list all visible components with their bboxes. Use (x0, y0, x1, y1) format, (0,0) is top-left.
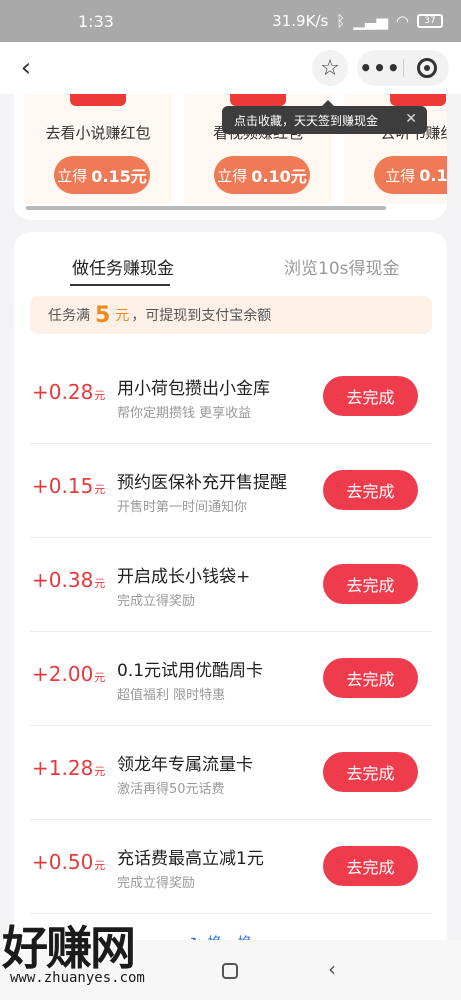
complete-task-button[interactable]: 去完成 (323, 376, 418, 416)
task-row: +0.28 元 用小荷包攒出小金库 帮你定期攒钱 更享收益 去完成 (30, 350, 432, 444)
system-back-icon[interactable]: ‹ (328, 957, 336, 981)
home-square-icon[interactable] (222, 963, 238, 979)
task-row: +0.15 元 预约医保补充开售提醒 开售时第一时间通知你 去完成 (30, 444, 432, 538)
task-row: +2.00 元 0.1元试用优酷周卡 超值福利 限时特惠 去完成 (30, 632, 432, 726)
chevron-left-icon[interactable]: ‹ (12, 53, 40, 83)
task-list: +0.28 元 用小荷包攒出小金库 帮你定期攒钱 更享收益 去完成 +0.15 元 … (30, 350, 432, 914)
more-button[interactable]: ••• (357, 56, 403, 80)
bluetooth-icon: ᛒ (336, 12, 346, 30)
task-title: 预约医保补充开售提醒 (117, 473, 287, 493)
top-item-button[interactable]: 立得 0.10元 (214, 156, 310, 194)
task-row: +0.50 元 充话费最高立减1元 完成立得奖励 去完成 (30, 820, 432, 914)
task-reward: +0.28 元 (32, 380, 106, 404)
task-subtitle: 开售时第一时间通知你 (117, 500, 248, 515)
complete-task-button[interactable]: 去完成 (323, 846, 418, 886)
task-title: 领龙年专属流量卡 (117, 755, 253, 775)
task-reward: +0.15 元 (32, 474, 106, 498)
mini-program-capsule: ••• (357, 50, 449, 86)
top-item: 去看小说赚红包 立得 0.15元 (24, 94, 172, 204)
status-icons: 31.9K/s ᛒ ▁▃▅ ◠ 37 (272, 12, 443, 30)
complete-task-button[interactable]: 去完成 (323, 470, 418, 510)
task-title: 0.1元试用优酷周卡 (117, 661, 264, 681)
close-mini-program-button[interactable] (404, 58, 449, 78)
task-reward: +2.00 元 (32, 662, 106, 686)
watermark-logo: 好赚网 (2, 921, 136, 975)
tab-active-indicator (70, 284, 170, 286)
complete-task-button[interactable]: 去完成 (323, 752, 418, 792)
tab-browse[interactable]: 浏览10s得现金 (284, 254, 400, 279)
complete-task-button[interactable]: 去完成 (323, 658, 418, 698)
network-speed: 31.9K/s (272, 12, 329, 30)
complete-task-button[interactable]: 去完成 (323, 564, 418, 604)
task-reward: +1.28 元 (32, 756, 106, 780)
watermark-url: www.zhuanyes.com (10, 970, 145, 986)
task-row: +0.38 元 开启成长小钱袋+ 完成立得奖励 去完成 (30, 538, 432, 632)
nav-bar: ‹ ☆ ••• (0, 42, 461, 94)
tab-do-tasks[interactable]: 做任务赚现金 (72, 254, 174, 279)
withdraw-tip: 任务满 5 元 ，可提现到支付宝余额 (30, 296, 432, 334)
clock: 1:33 (78, 11, 114, 31)
top-item-button[interactable]: 立得 0.15元 (54, 156, 150, 194)
horizontal-scrollbar[interactable] (26, 206, 386, 210)
task-row: +1.28 元 领龙年专属流量卡 激活再得50元话费 去完成 (30, 726, 432, 820)
task-title: 用小荷包攒出小金库 (117, 379, 270, 399)
task-subtitle: 完成立得奖励 (117, 594, 196, 609)
favorite-tooltip: 点击收藏，天天签到赚现金 ✕ (222, 100, 427, 134)
tooltip-text: 点击收藏，天天签到赚现金 (234, 113, 379, 128)
task-reward: +0.38 元 (32, 568, 106, 592)
battery-icon: 37 (417, 14, 443, 28)
close-icon[interactable]: ✕ (405, 111, 417, 127)
task-title: 开启成长小钱袋+ (117, 567, 251, 587)
task-subtitle: 完成立得奖励 (117, 876, 196, 891)
task-panel: 做任务赚现金 浏览10s得现金 任务满 5 元 ，可提现到支付宝余额 +0.28… (14, 232, 447, 972)
star-icon[interactable]: ☆ (312, 50, 348, 86)
task-reward: +0.50 元 (32, 850, 106, 874)
status-bar: 1:33 31.9K/s ᛒ ▁▃▅ ◠ 37 (0, 0, 461, 42)
target-icon (416, 58, 437, 78)
top-item-button[interactable]: 立得0.10 (374, 156, 447, 194)
top-item-title: 去看小说赚红包 (45, 124, 151, 142)
task-subtitle: 激活再得50元话费 (117, 782, 225, 797)
watermark: 好赚网 www.zhuanyes.com (2, 912, 202, 998)
wifi-icon: ◠ (395, 12, 409, 30)
tip-amount: 5 (95, 302, 111, 328)
task-title: 充话费最高立减1元 (117, 849, 264, 869)
task-subtitle: 帮你定期攒钱 更享收益 (117, 406, 252, 421)
task-subtitle: 超值福利 限时特惠 (117, 688, 226, 703)
signal-icon: ▁▃▅ (353, 12, 388, 30)
